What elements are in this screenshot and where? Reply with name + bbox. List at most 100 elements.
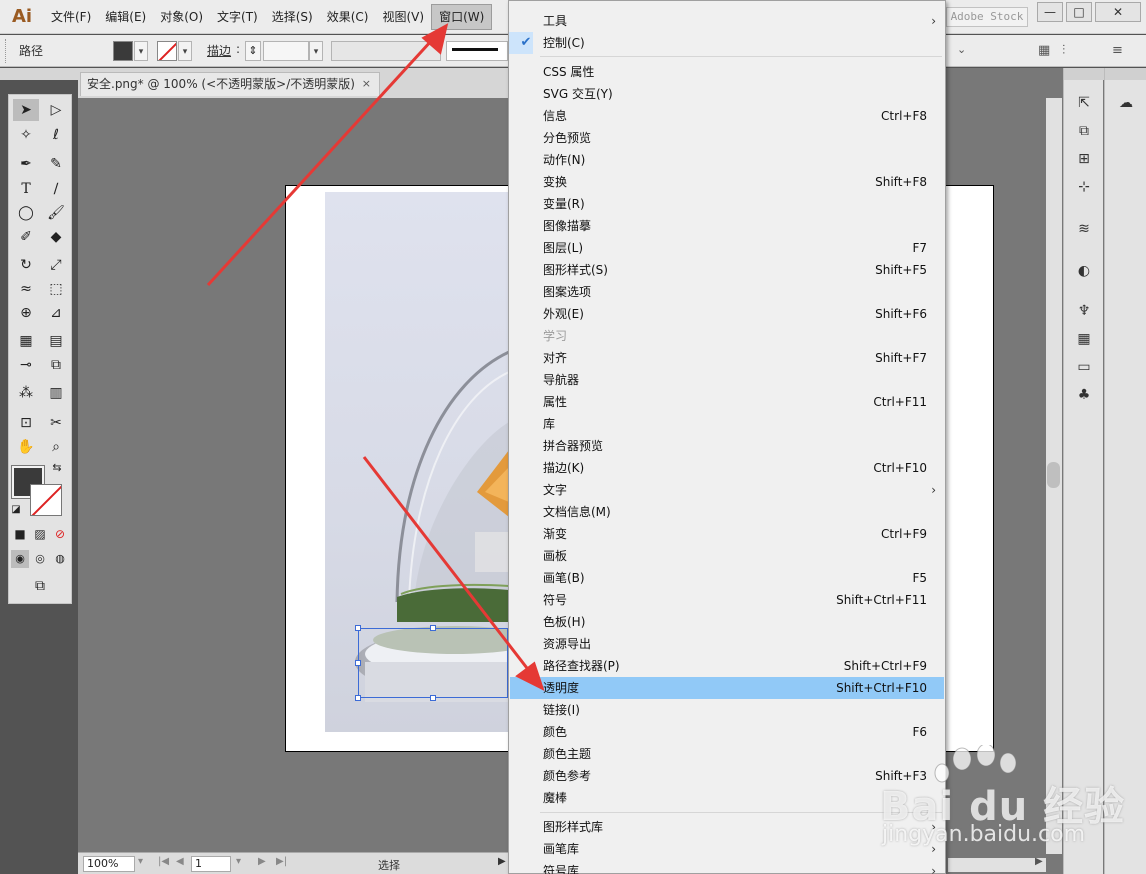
direct-selection-tool-icon[interactable]: ▷ xyxy=(43,99,69,121)
menu-item[interactable]: 色板(H) xyxy=(510,611,944,633)
scrollbar-thumb[interactable] xyxy=(1047,462,1060,488)
menu-item[interactable]: 对齐 Shift+F7 xyxy=(510,347,944,369)
menu-effect[interactable]: 效果(C) xyxy=(320,0,376,34)
scroll-right-icon[interactable]: ▶ xyxy=(1035,856,1043,867)
selection-handle[interactable] xyxy=(430,695,436,701)
shaper-tool-icon[interactable]: ✐ xyxy=(13,226,39,248)
zoom-dropdown-icon[interactable]: ▾ xyxy=(138,856,143,867)
menu-window[interactable]: 窗口(W) xyxy=(431,4,493,30)
menu-item[interactable]: 描边(K) Ctrl+F10 xyxy=(510,457,944,479)
pen-tool-icon[interactable]: ✒ xyxy=(13,153,39,175)
color-mode-icon[interactable]: ■ xyxy=(11,525,29,543)
brush-definition[interactable] xyxy=(446,41,508,61)
menu-item[interactable]: ✔ 控制(C) xyxy=(510,32,944,54)
menu-item[interactable]: 工具 › xyxy=(510,10,944,32)
menu-item[interactable]: 路径查找器(P) Shift+Ctrl+F9 xyxy=(510,655,944,677)
default-fill-stroke-icon[interactable]: ◪ xyxy=(9,503,23,517)
cc-libraries-icon[interactable]: ☁ xyxy=(1113,92,1139,114)
stroke-stepper[interactable]: ⇕ xyxy=(245,41,261,61)
menu-item[interactable]: 属性 Ctrl+F11 xyxy=(510,391,944,413)
symbols-icon[interactable]: ♣ xyxy=(1071,384,1097,406)
draw-inside-icon[interactable]: ◍ xyxy=(51,550,69,568)
brushes-icon[interactable]: ♆ xyxy=(1071,300,1097,322)
asset-export-icon[interactable]: ⊞ xyxy=(1071,148,1097,170)
maximize-button[interactable]: □ xyxy=(1066,2,1092,22)
page-dropdown-icon[interactable]: ▾ xyxy=(236,856,241,867)
scale-tool-icon[interactable]: ⤢ xyxy=(43,254,69,276)
align-icon[interactable]: ▦ xyxy=(1038,43,1050,58)
menu-item[interactable]: 图像描摹 xyxy=(510,215,944,237)
stroke-label[interactable]: 描边 xyxy=(207,42,231,59)
menu-item[interactable]: 文字 › xyxy=(510,479,944,501)
shape-builder-tool-icon[interactable]: ⊕ xyxy=(13,302,39,324)
gradient-mode-icon[interactable]: ▨ xyxy=(31,525,49,543)
last-page-icon[interactable]: ▶| xyxy=(276,856,287,867)
menu-item[interactable]: 变量(R) xyxy=(510,193,944,215)
distribute-icon[interactable]: ⫶ xyxy=(1062,43,1065,58)
menu-file[interactable]: 文件(F) xyxy=(44,0,98,34)
swap-fill-stroke-icon[interactable]: ⇆ xyxy=(49,461,65,475)
menu-item[interactable]: 信息 Ctrl+F8 xyxy=(510,105,944,127)
menu-item[interactable]: 图案选项 xyxy=(510,281,944,303)
perspective-grid-tool-icon[interactable]: ⊿ xyxy=(43,302,69,324)
menu-object[interactable]: 对象(O) xyxy=(153,0,210,34)
selection-handle[interactable] xyxy=(355,625,361,631)
rotate-tool-icon[interactable]: ↻ xyxy=(13,254,39,276)
close-tab-icon[interactable]: × xyxy=(362,73,371,95)
stroke-weight-dropdown[interactable]: ▾ xyxy=(309,41,323,61)
menu-item[interactable]: SVG 交互(Y) xyxy=(510,83,944,105)
ellipse-tool-icon[interactable]: ◯ xyxy=(13,202,39,224)
menu-edit[interactable]: 编辑(E) xyxy=(98,0,153,34)
transform-icon[interactable]: ⊹ xyxy=(1071,176,1097,198)
artboard-tool-icon[interactable]: ⊡ xyxy=(13,412,39,434)
menu-item[interactable]: 图形样式库 › xyxy=(510,816,944,838)
menu-item[interactable]: 外观(E) Shift+F6 xyxy=(510,303,944,325)
draw-normal-icon[interactable]: ◉ xyxy=(11,550,29,568)
status-menu-icon[interactable]: ▶ xyxy=(498,856,506,867)
menu-item[interactable]: 拼合器预览 xyxy=(510,435,944,457)
menu-item[interactable]: 符号库 › xyxy=(510,860,944,874)
paintbrush-tool-icon[interactable]: 🖌 xyxy=(43,202,69,224)
menu-item[interactable]: 图形样式(S) Shift+F5 xyxy=(510,259,944,281)
symbol-sprayer-tool-icon[interactable]: ⁂ xyxy=(13,382,39,404)
artboards-icon[interactable]: ⧉ xyxy=(1071,120,1097,142)
selection-handle[interactable] xyxy=(430,625,436,631)
type-tool-icon[interactable]: T xyxy=(13,178,39,200)
menu-item[interactable]: 链接(I) xyxy=(510,699,944,721)
export-icon[interactable]: ⇱ xyxy=(1071,92,1097,114)
warp-tool-icon[interactable]: ≈ xyxy=(13,278,39,300)
stroke-color-box[interactable] xyxy=(30,484,62,516)
fill-swatch[interactable] xyxy=(113,41,133,61)
adobe-stock-search[interactable]: Adobe Stock xyxy=(946,7,1028,27)
selection-bounding-box[interactable] xyxy=(358,628,508,698)
menu-item[interactable]: 动作(N) xyxy=(510,149,944,171)
line-tool-icon[interactable]: ∕ xyxy=(43,178,69,200)
menu-view[interactable]: 视图(V) xyxy=(375,0,431,34)
menu-item[interactable]: 画笔库 › xyxy=(510,838,944,860)
menu-item[interactable]: 资源导出 xyxy=(510,633,944,655)
menu-type[interactable]: 文字(T) xyxy=(210,0,265,34)
slice-tool-icon[interactable]: ✂ xyxy=(43,412,69,434)
free-transform-tool-icon[interactable]: ⬚ xyxy=(43,278,69,300)
lasso-tool-icon[interactable]: ℓ xyxy=(43,124,69,146)
next-page-icon[interactable]: ▶ xyxy=(258,856,266,867)
selection-handle[interactable] xyxy=(355,695,361,701)
menu-item[interactable]: 库 xyxy=(510,413,944,435)
minimize-button[interactable]: — xyxy=(1037,2,1063,22)
page-number-field[interactable]: 1 xyxy=(191,856,231,872)
menu-item[interactable]: 颜色主题 xyxy=(510,743,944,765)
gradient-tool-icon[interactable]: ▤ xyxy=(43,330,69,352)
curvature-tool-icon[interactable]: ✎ xyxy=(43,153,69,175)
appearance-icon[interactable]: ◐ xyxy=(1071,260,1097,282)
magic-wand-tool-icon[interactable]: ✧ xyxy=(13,124,39,146)
eraser-tool-icon[interactable]: ◆ xyxy=(43,226,69,248)
none-mode-icon[interactable]: ⊘ xyxy=(51,525,69,543)
document-tab[interactable]: 安全.png* @ 100% (<不透明蒙版>/不透明蒙版) × xyxy=(80,72,380,96)
gradient-panel-icon[interactable]: ▭ xyxy=(1071,356,1097,378)
menu-item[interactable]: 渐变 Ctrl+F9 xyxy=(510,523,944,545)
stroke-dropdown[interactable]: ▾ xyxy=(178,41,192,61)
menu-item[interactable]: 魔棒 xyxy=(510,787,944,809)
screen-mode-icon[interactable]: ⧉ xyxy=(27,575,53,597)
blend-tool-icon[interactable]: ⧉ xyxy=(43,354,69,376)
close-window-button[interactable]: ✕ xyxy=(1095,2,1141,22)
